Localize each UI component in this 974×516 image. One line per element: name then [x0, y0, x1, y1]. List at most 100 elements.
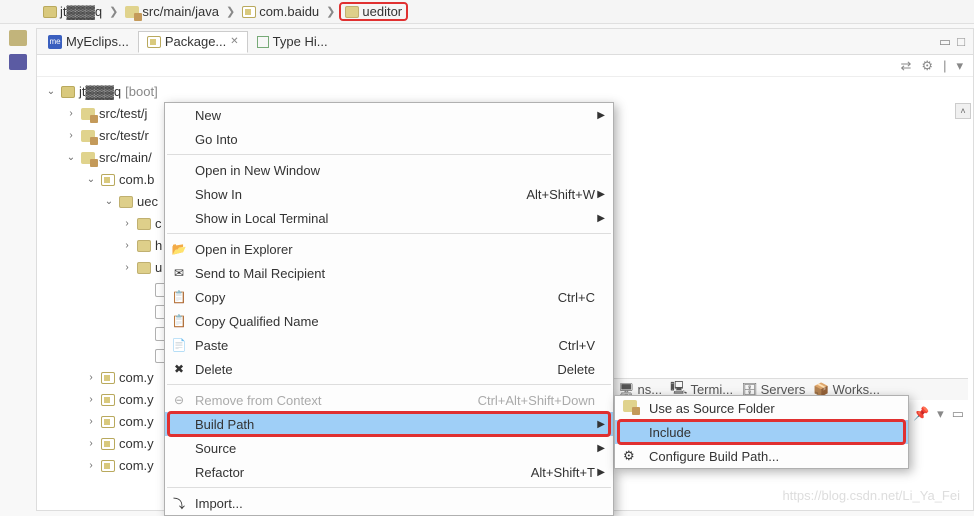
breadcrumb-item-current[interactable]: ueditor: [339, 2, 408, 21]
maximize-icon[interactable]: □: [957, 34, 965, 50]
menu-separator: [167, 233, 611, 234]
twisty-icon[interactable]: ⌄: [103, 191, 115, 213]
close-icon[interactable]: ✕: [230, 36, 238, 47]
minimize-icon[interactable]: ▭: [939, 34, 951, 50]
filter-icon[interactable]: |: [943, 58, 946, 73]
menu-item-paste[interactable]: 📄PasteCtrl+V: [165, 333, 613, 357]
chevron-right-icon: ▶: [597, 110, 605, 121]
twisty-icon[interactable]: ›: [65, 125, 77, 147]
chevron-right-icon: ▶: [597, 443, 605, 454]
twisty-icon[interactable]: ›: [121, 235, 133, 257]
breadcrumb-item[interactable]: com.baidu: [239, 3, 322, 20]
pkg-icon: [101, 438, 115, 450]
menu-item-new[interactable]: New▶: [165, 103, 613, 127]
menu-item-copy[interactable]: 📋CopyCtrl+C: [165, 285, 613, 309]
folder-icon: 📂: [171, 241, 187, 257]
twisty-icon[interactable]: ›: [121, 257, 133, 279]
folder-icon: [137, 218, 151, 230]
build-path-submenu: Use as Source FolderInclude⚙Configure Bu…: [614, 395, 909, 469]
breadcrumb-item[interactable]: src/main/java: [122, 3, 222, 20]
twisty-icon[interactable]: ›: [85, 411, 97, 433]
menu-item-show-in-local-terminal[interactable]: Show in Local Terminal▶: [165, 206, 613, 230]
folder-icon: [137, 262, 151, 274]
chevron-right-icon: ▶: [597, 189, 605, 200]
pkg-icon: [101, 174, 115, 186]
chevron-right-icon: ❯: [226, 5, 235, 18]
delete-icon: ✖: [171, 361, 187, 377]
menu-separator: [167, 384, 611, 385]
folder-icon: [137, 240, 151, 252]
srcfolder-icon: [623, 400, 639, 416]
source-folder-icon: [125, 6, 139, 18]
mail-icon: ✉: [171, 265, 187, 281]
copy-icon: 📋: [171, 289, 187, 305]
menu-item-import[interactable]: ⤵Import...: [165, 491, 613, 515]
context-menu: New▶Go Into Open in New WindowShow InAlt+…: [164, 102, 614, 516]
pkg-icon: [101, 460, 115, 472]
menu-item-open-in-new-window[interactable]: Open in New Window: [165, 158, 613, 182]
chevron-right-icon: ❯: [326, 5, 335, 18]
menu-item-go-into[interactable]: Go Into: [165, 127, 613, 151]
watermark: https://blog.csdn.net/Li_Ya_Fei: [782, 488, 960, 503]
menu-item-send-to-mail-recipient[interactable]: ✉Send to Mail Recipient: [165, 261, 613, 285]
menu-item-delete[interactable]: ✖DeleteDelete: [165, 357, 613, 381]
twisty-icon[interactable]: ⌄: [85, 169, 97, 191]
src-icon: [81, 130, 95, 142]
view-tabs: meMyEclips... Package...✕ Type Hi... ▭ □: [37, 29, 973, 55]
twisty-icon[interactable]: ›: [85, 433, 97, 455]
twisty-icon[interactable]: ⌄: [65, 147, 77, 169]
project-icon: [61, 86, 75, 98]
view-menu-icon[interactable]: ▾: [956, 58, 963, 74]
gear-icon: ⚙: [623, 448, 639, 464]
breadcrumb-item[interactable]: jt▓▓▓q: [40, 3, 105, 20]
twisty-icon[interactable]: ›: [121, 213, 133, 235]
tab-type-hierarchy[interactable]: Type Hi...: [248, 31, 337, 53]
link-editor-icon[interactable]: ⚙: [921, 58, 933, 74]
chevron-right-icon: ▶: [597, 419, 605, 430]
minimize-icon[interactable]: ▭: [952, 406, 964, 422]
left-gutter: [4, 30, 32, 70]
project-icon: [43, 6, 57, 18]
copy-icon: 📋: [171, 313, 187, 329]
menu-item-refactor[interactable]: RefactorAlt+Shift+T▶: [165, 460, 613, 484]
menu-item-show-in[interactable]: Show InAlt+Shift+W▶: [165, 182, 613, 206]
pin-icon[interactable]: 📌: [913, 406, 929, 422]
menu-item-open-in-explorer[interactable]: 📂Open in Explorer: [165, 237, 613, 261]
menu-separator: [167, 154, 611, 155]
twisty-icon[interactable]: ›: [65, 103, 77, 125]
folder-icon: [119, 196, 133, 208]
tree-root[interactable]: ⌄jt▓▓▓q [boot]: [41, 81, 969, 103]
gutter-icon[interactable]: [9, 54, 27, 70]
menu-separator: [167, 487, 611, 488]
pkg-icon: [101, 372, 115, 384]
myeclipse-icon: me: [48, 35, 62, 49]
folder-icon: [345, 6, 359, 18]
menu-item-build-path[interactable]: Build Path▶: [165, 412, 613, 436]
collapse-all-icon[interactable]: ⇄: [901, 58, 912, 74]
package-icon: [242, 6, 256, 18]
chevron-right-icon: ▶: [597, 467, 605, 478]
tab-myeclipse[interactable]: meMyEclips...: [39, 31, 138, 53]
twisty-icon[interactable]: ›: [85, 367, 97, 389]
package-icon: [147, 36, 161, 48]
bottom-toolbar: 📌 ▾ ▭: [913, 406, 964, 422]
view-menu-icon[interactable]: ▾: [937, 406, 944, 422]
gutter-icon[interactable]: [9, 30, 27, 46]
breadcrumb: jt▓▓▓q ❯ src/main/java ❯ com.baidu ❯ ued…: [0, 0, 974, 24]
import-icon: ⤵: [171, 495, 187, 511]
submenu-item-use-as-source-folder[interactable]: Use as Source Folder: [615, 396, 908, 420]
paste-icon: 📄: [171, 337, 187, 353]
src-icon: [81, 152, 95, 164]
twisty-icon[interactable]: ›: [85, 455, 97, 477]
submenu-item-include[interactable]: Include: [615, 420, 908, 444]
tab-package-explorer[interactable]: Package...✕: [138, 31, 248, 53]
explorer-toolbar: ⇄ ⚙ | ▾: [37, 55, 973, 77]
chevron-right-icon: ❯: [109, 5, 118, 18]
twisty-icon[interactable]: ›: [85, 389, 97, 411]
submenu-item-configure-build-path[interactable]: ⚙Configure Build Path...: [615, 444, 908, 468]
menu-item-source[interactable]: Source▶: [165, 436, 613, 460]
menu-item-copy-qualified-name[interactable]: 📋Copy Qualified Name: [165, 309, 613, 333]
twisty-open-icon[interactable]: ⌄: [45, 81, 57, 103]
pkg-icon: [101, 416, 115, 428]
src-icon: [81, 108, 95, 120]
